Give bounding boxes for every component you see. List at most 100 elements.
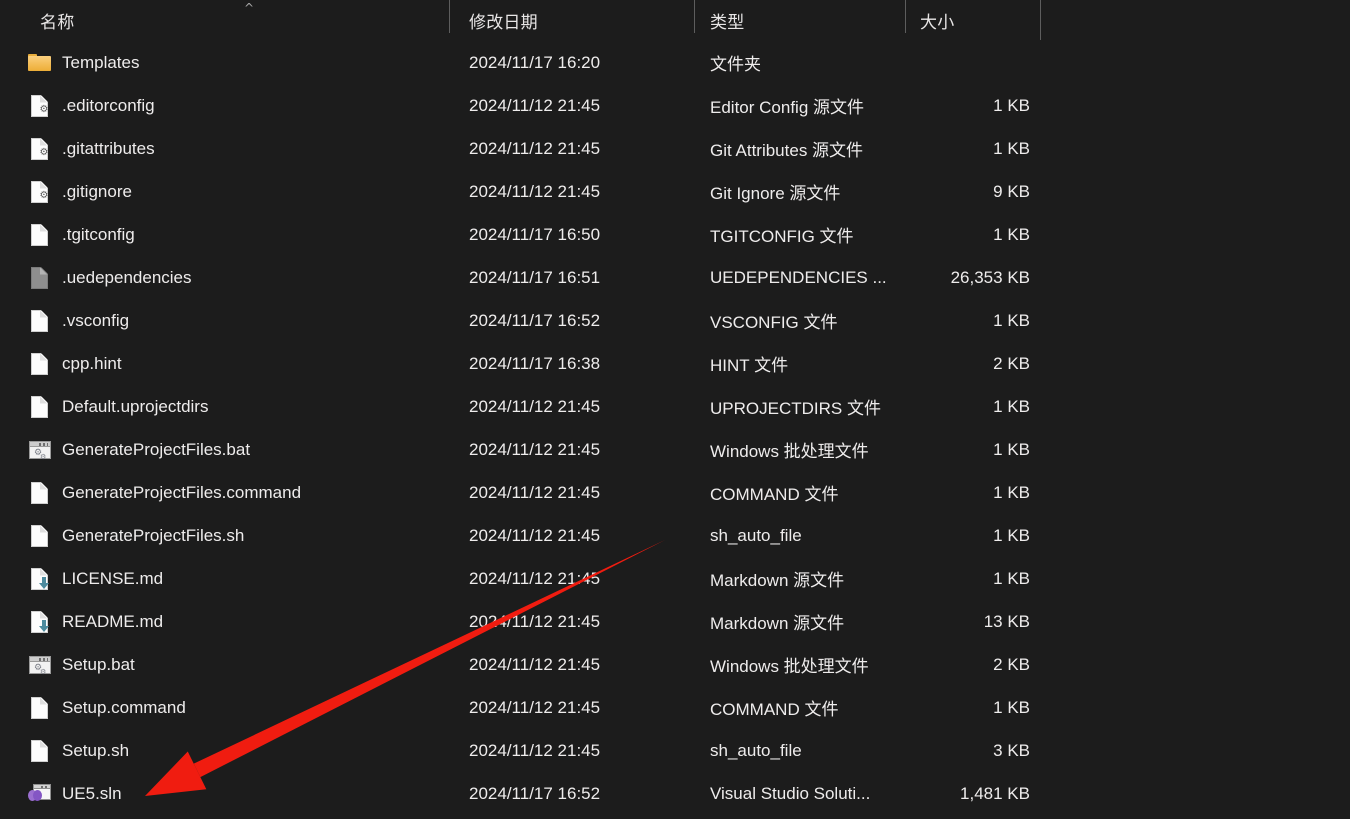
file-date-cell: 2024/11/12 21:45 [469, 686, 600, 729]
file-date-cell: 2024/11/12 21:45 [469, 557, 600, 600]
file-date-cell: 2024/11/12 21:45 [469, 729, 600, 772]
file-type-cell: Markdown 源文件 [710, 600, 844, 643]
column-header-date-modified[interactable]: 修改日期 [469, 0, 538, 41]
file-name-cell[interactable]: ⚙ .editorconfig [28, 84, 155, 127]
file-date-cell: 2024/11/12 21:45 [469, 127, 600, 170]
file-date-cell: 2024/11/12 21:45 [469, 514, 600, 557]
file-row[interactable]: LICENSE.md 2024/11/12 21:45 Markdown 源文件 1 … [0, 557, 1350, 600]
file-row[interactable]: Default.uprojectdirs 2024/11/12 21:45 UPRO… [0, 385, 1350, 428]
file-name-cell[interactable]: Setup.sh [28, 729, 129, 772]
file-size-label: 1 KB [993, 224, 1030, 244]
file-row[interactable]: Setup.sh 2024/11/12 21:45 sh_auto_file 3 KB [0, 729, 1350, 772]
file-size-label: 1 KB [993, 568, 1030, 588]
file-name-cell[interactable]: Setup.command [28, 686, 186, 729]
file-name-cell[interactable]: .uedependencies [28, 256, 192, 299]
column-header-name-label: 名称 [40, 13, 75, 32]
column-divider-2[interactable] [694, 0, 695, 33]
file-type-label: 文件夹 [710, 55, 761, 74]
file-date-cell: 2024/11/17 16:51 [469, 256, 600, 299]
file-name-label: README.md [62, 611, 164, 631]
file-name-cell[interactable]: ⚙ .gitignore [28, 170, 132, 213]
file-date-label: 2024/11/12 21:45 [469, 740, 601, 760]
file-size-label: 13 KB [983, 611, 1030, 631]
file-name-label: .vsconfig [62, 310, 130, 330]
file-name-cell[interactable]: ⚙ ⚙ GenerateProjectFiles.bat [28, 428, 250, 471]
file-date-label: 2024/11/17 16:52 [469, 310, 601, 330]
column-header-date-label: 修改日期 [469, 13, 538, 32]
file-date-cell: 2024/11/17 16:52 [469, 299, 600, 342]
file-size-cell: 1 KB [860, 686, 1030, 729]
file-size-label: 26,353 KB [950, 267, 1030, 287]
file-type-cell: Git Attributes 源文件 [710, 127, 863, 170]
file-date-cell: 2024/11/12 21:45 [469, 643, 600, 686]
file-name-cell[interactable]: Templates [28, 41, 139, 84]
file-row[interactable]: ⚙ ⚙ GenerateProjectFiles.bat 2024/11/12 21:… [0, 428, 1350, 471]
blank-page-icon [28, 523, 52, 549]
file-name-cell[interactable]: LICENSE.md [28, 557, 163, 600]
file-explorer-list-view: 名称 ^ 修改日期 类型 大小 Templates 2024/11/17 16:2… [0, 0, 1350, 819]
column-header-row: 名称 ^ 修改日期 类型 大小 [0, 0, 1350, 41]
blank-page-icon [28, 695, 52, 721]
file-type-label: UPROJECTDIRS 文件 [710, 399, 881, 418]
column-header-name[interactable]: 名称 [40, 0, 74, 41]
file-name-cell[interactable]: README.md [28, 600, 163, 643]
file-name-label: .gitattributes [62, 138, 155, 158]
file-name-cell[interactable]: ⚙ ⚙ Setup.bat [28, 643, 135, 686]
file-row[interactable]: ⚙ .gitattributes 2024/11/12 21:45 Git Attri… [0, 127, 1350, 170]
file-name-cell[interactable]: ⚙ .gitattributes [28, 127, 155, 170]
markdown-file-icon [28, 609, 52, 635]
file-date-label: 2024/11/12 21:45 [469, 396, 601, 416]
file-name-cell[interactable]: .vsconfig [28, 299, 129, 342]
file-type-label: Visual Studio Soluti... [710, 783, 871, 803]
file-row[interactable]: GenerateProjectFiles.command 2024/11/12 2… [0, 471, 1350, 514]
file-date-label: 2024/11/12 21:45 [469, 568, 601, 588]
file-type-cell: Windows 批处理文件 [710, 643, 869, 686]
config-file-icon: ⚙ [28, 179, 52, 205]
file-name-cell[interactable]: cpp.hint [28, 342, 122, 385]
file-type-cell: sh_auto_file [710, 514, 802, 557]
file-name-cell[interactable]: Default.uprojectdirs [28, 385, 208, 428]
file-size-label: 2 KB [993, 353, 1030, 373]
column-divider-1[interactable] [449, 0, 450, 33]
file-type-cell: Markdown 源文件 [710, 557, 844, 600]
file-date-label: 2024/11/12 21:45 [469, 611, 601, 631]
file-name-label: .tgitconfig [62, 224, 135, 244]
file-row[interactable]: README.md 2024/11/12 21:45 Markdown 源文件 13 … [0, 600, 1350, 643]
file-row[interactable]: cpp.hint 2024/11/17 16:38 HINT 文件 2 KB [0, 342, 1350, 385]
file-date-cell: 2024/11/17 16:52 [469, 772, 600, 815]
config-file-icon: ⚙ [28, 136, 52, 162]
file-date-cell: 2024/11/17 16:50 [469, 213, 600, 256]
file-row[interactable]: UE5.sln 2024/11/17 16:52 Visual Studio Sol… [0, 772, 1350, 815]
column-header-size[interactable]: 大小 [920, 0, 954, 41]
file-date-label: 2024/11/17 16:38 [469, 353, 601, 373]
file-row[interactable]: .uedependencies 2024/11/17 16:51 UEDEPENDE… [0, 256, 1350, 299]
file-type-cell: 文件夹 [710, 41, 761, 84]
file-size-label: 1 KB [993, 525, 1030, 545]
file-name-cell[interactable]: GenerateProjectFiles.sh [28, 514, 244, 557]
file-row[interactable]: Setup.command 2024/11/12 21:45 COMMAND 文件 1… [0, 686, 1350, 729]
file-list: Templates 2024/11/17 16:20 文件夹 ⚙ .editorconf… [0, 41, 1350, 815]
file-row[interactable]: ⚙ ⚙ Setup.bat 2024/11/12 21:45 Windows 批处理文件… [0, 643, 1350, 686]
file-type-label: sh_auto_file [710, 740, 802, 760]
column-divider-4[interactable] [1040, 0, 1041, 40]
file-row[interactable]: .vsconfig 2024/11/17 16:52 VSCONFIG 文件 1 KB [0, 299, 1350, 342]
file-name-cell[interactable]: GenerateProjectFiles.command [28, 471, 301, 514]
file-date-cell: 2024/11/12 21:45 [469, 170, 600, 213]
file-size-cell: 1 KB [860, 84, 1030, 127]
file-name-label: UE5.sln [62, 783, 122, 803]
column-divider-3[interactable] [905, 0, 906, 33]
file-date-label: 2024/11/12 21:45 [469, 95, 601, 115]
file-type-label: Windows 批处理文件 [710, 657, 869, 676]
file-date-cell: 2024/11/17 16:20 [469, 41, 600, 84]
blank-page-icon [28, 351, 52, 377]
file-row[interactable]: Templates 2024/11/17 16:20 文件夹 [0, 41, 1350, 84]
file-row[interactable]: .tgitconfig 2024/11/17 16:50 TGITCONFIG 文件… [0, 213, 1350, 256]
file-name-cell[interactable]: .tgitconfig [28, 213, 135, 256]
column-header-type[interactable]: 类型 [710, 0, 744, 41]
file-row[interactable]: ⚙ .gitignore 2024/11/12 21:45 Git Ignore 源文… [0, 170, 1350, 213]
file-row[interactable]: ⚙ .editorconfig 2024/11/12 21:45 Editor Con… [0, 84, 1350, 127]
file-date-label: 2024/11/17 16:52 [469, 783, 601, 803]
file-name-cell[interactable]: UE5.sln [28, 772, 122, 815]
file-date-label: 2024/11/12 21:45 [469, 482, 601, 502]
file-row[interactable]: GenerateProjectFiles.sh 2024/11/12 21:45 s… [0, 514, 1350, 557]
